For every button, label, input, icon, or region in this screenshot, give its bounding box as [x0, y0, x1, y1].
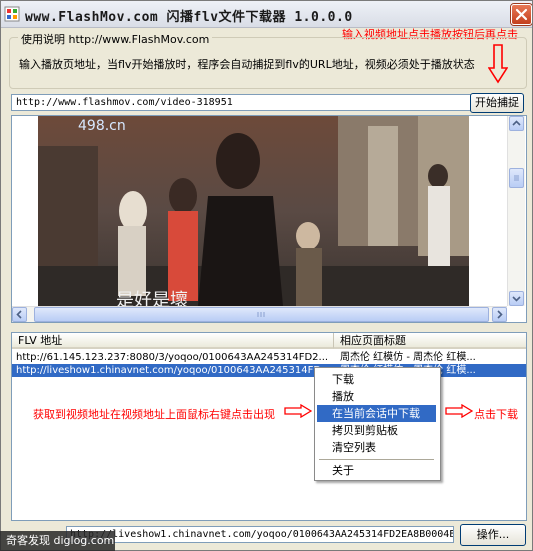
row-title: 周杰伦 红模仿 - 周杰伦 红模...	[340, 352, 476, 363]
chevron-right-icon	[497, 310, 503, 319]
row-url: http://61.145.123.237:8080/3/yoqoo/01006…	[16, 352, 329, 363]
list-row[interactable]: http://61.145.123.237:8080/3/yoqoo/01006…	[12, 351, 526, 364]
video-vertical-scrollbar[interactable]	[507, 116, 525, 306]
red-arrow-down-icon	[488, 44, 508, 84]
chevron-up-icon	[512, 120, 521, 126]
annotation-right: 点击下载	[474, 408, 518, 421]
column-header-flv-url[interactable]: FLV 地址	[12, 333, 334, 349]
instructions-group-title: 使用说明 http://www.FlashMov.com	[18, 31, 213, 47]
menu-item-download-in-session[interactable]: 在当前会话中下载	[317, 405, 436, 422]
menu-item-copy-to-clipboard[interactable]: 拷贝到剪贴板	[317, 422, 436, 439]
scroll-right-button[interactable]	[492, 307, 507, 322]
video-logo: 498.cn	[78, 118, 126, 134]
menu-separator	[319, 459, 434, 460]
menu-item-download[interactable]: 下载	[317, 371, 436, 388]
close-button[interactable]	[511, 4, 532, 25]
red-arrow-right-icon	[445, 404, 473, 418]
scroll-left-button[interactable]	[12, 307, 27, 322]
horizontal-scroll-thumb[interactable]	[34, 307, 489, 322]
action-button[interactable]: 操作...	[460, 524, 526, 546]
grip-icon	[514, 175, 519, 181]
vertical-scroll-thumb[interactable]	[509, 168, 524, 188]
chevron-down-icon	[512, 296, 521, 302]
context-menu: 下载 播放 在当前会话中下载 拷贝到剪贴板 清空列表 关于	[314, 367, 441, 481]
title-bar: www.FlashMov.com 闪播flv文件下载器 1.0.0.0	[1, 1, 532, 28]
chevron-left-icon	[16, 310, 22, 319]
instructions-description: 输入播放页地址，当flv开始播放时，程序会自动捕捉到flv的URL地址，视频必须…	[19, 58, 475, 71]
watermark: 奇客发现 diglog.com	[0, 531, 115, 551]
main-window: www.FlashMov.com 闪播flv文件下载器 1.0.0.0 输入视频…	[0, 0, 533, 551]
row-url: http://liveshow1.chinavnet.com/yoqoo/010…	[16, 365, 331, 376]
app-icon	[4, 6, 20, 22]
scroll-down-button[interactable]	[509, 291, 524, 306]
column-header-page-title[interactable]: 相应页面标题	[334, 333, 526, 349]
red-arrow-right-icon	[284, 404, 312, 418]
menu-item-clear-list[interactable]: 清空列表	[317, 439, 436, 456]
video-horizontal-scrollbar[interactable]	[12, 306, 507, 322]
url-input[interactable]: http://www.flashmov.com/video-318951	[11, 94, 473, 111]
menu-item-about[interactable]: 关于	[317, 462, 436, 479]
start-capture-button[interactable]: 开始捕捉	[470, 93, 524, 113]
menu-item-play[interactable]: 播放	[317, 388, 436, 405]
list-row-selected[interactable]: http://liveshow1.chinavnet.com/yoqoo/010…	[12, 364, 526, 377]
video-frame[interactable]: 498.cn 是好是壞	[38, 116, 469, 306]
scroll-up-button[interactable]	[509, 116, 524, 131]
annotation-left: 获取到视频地址在视频地址上面鼠标右键点击出现	[33, 408, 275, 421]
selected-url-field[interactable]: http://liveshow1.chinavnet.com/yoqoo/010…	[66, 526, 454, 543]
close-icon	[515, 8, 528, 21]
video-caption: 是好是壞	[116, 290, 188, 306]
window-title: www.FlashMov.com 闪播flv文件下载器 1.0.0.0	[25, 10, 353, 25]
flv-list[interactable]: FLV 地址 相应页面标题 http://61.145.123.237:8080…	[11, 332, 527, 521]
grip-icon	[257, 312, 265, 317]
